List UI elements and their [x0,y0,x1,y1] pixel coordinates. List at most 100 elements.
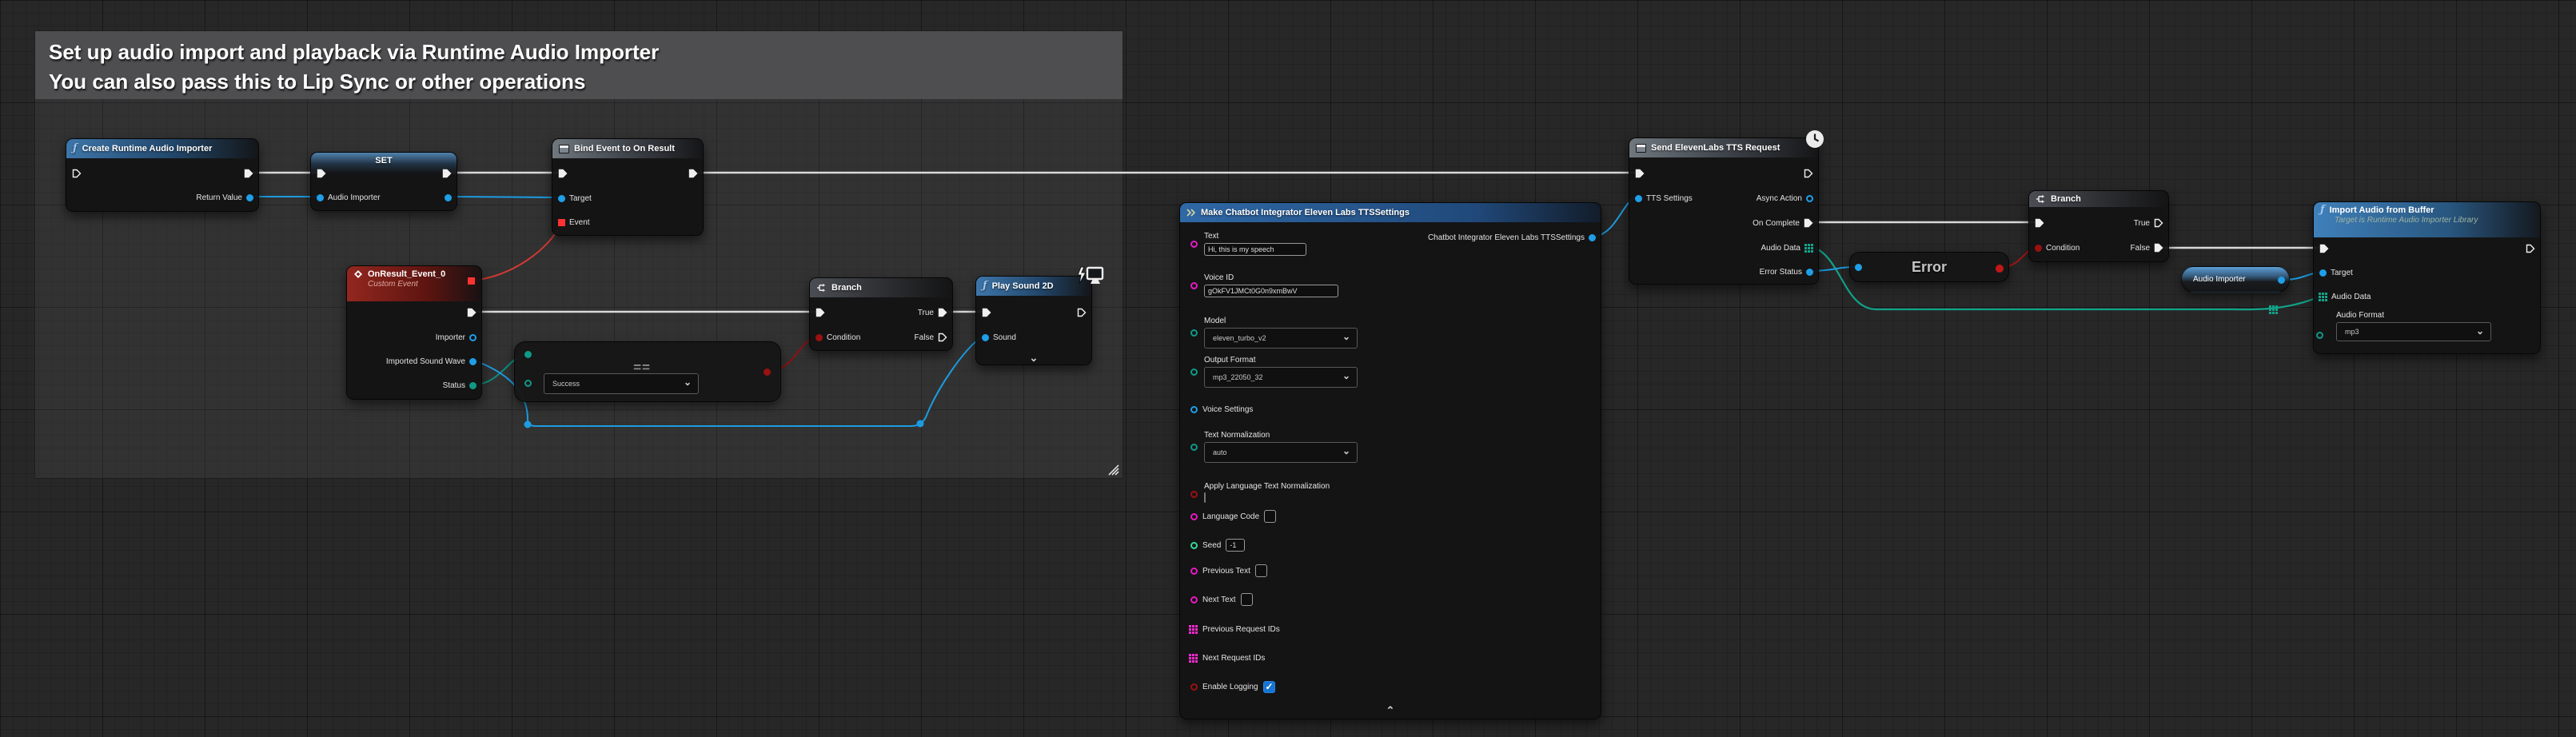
importer-pin[interactable] [469,334,477,341]
node-header[interactable]: Bind Event to On Result [552,139,703,158]
audiodata-reroute-knot[interactable] [2269,305,2278,314]
exec-in-pin[interactable] [317,169,326,178]
error-status-pin[interactable] [1806,269,1813,276]
exec-in-pin[interactable] [72,169,82,178]
enable-logging-checkbox[interactable] [1263,681,1275,693]
text-normalization-dropdown[interactable]: auto [1204,442,1358,463]
exec-out-pin[interactable] [2526,244,2535,253]
wire-knot-2[interactable] [917,420,924,428]
node-header[interactable]: ƒ Create Runtime Audio Importer [66,139,258,158]
target-pin[interactable] [558,195,565,202]
next-text-input[interactable] [1241,593,1253,606]
delegate-out-pin[interactable] [468,277,475,285]
output-format-pin[interactable] [1190,368,1198,376]
true-exec-pin[interactable] [2154,218,2163,228]
node-import-audio-from-buffer[interactable]: ƒ Import Audio from Buffer Target is Run… [2313,201,2541,354]
condition-pin[interactable] [2035,245,2042,252]
wire-delegate-event[interactable] [473,224,561,281]
previous-text-pin[interactable] [1190,568,1198,575]
error-input-pin[interactable] [1855,264,1862,271]
node-equal-enum[interactable]: == Success [514,341,781,402]
exec-in-pin[interactable] [815,308,825,317]
exec-out-pin[interactable] [442,169,452,178]
node-header[interactable]: OnResult_Event_0 Custom Event [347,266,481,301]
node-header[interactable]: Make Chatbot Integrator Eleven Labs TTSS… [1180,203,1601,222]
language-code-input[interactable] [1264,510,1276,523]
status-pin[interactable] [469,382,477,389]
next-request-ids-array-pin[interactable] [1189,654,1198,663]
enable-logging-pin[interactable] [1190,683,1198,691]
exec-in-pin[interactable] [1635,169,1645,178]
exec-in-pin[interactable] [558,169,568,178]
exec-out-pin[interactable] [1077,308,1087,317]
exec-in-pin[interactable] [2319,244,2329,253]
previous-request-ids-array-pin[interactable] [1189,625,1198,634]
target-pin[interactable] [2319,269,2327,277]
next-text-pin[interactable] [1190,596,1198,604]
equal-result-pin[interactable] [764,368,771,376]
node-send-elevenlabs-tts-request[interactable]: Send ElevenLabs TTS Request TTS Settings… [1629,137,1819,285]
on-complete-exec-pin[interactable] [1804,218,1813,228]
language-code-pin[interactable] [1190,513,1198,520]
node-create-runtime-audio-importer[interactable]: ƒ Create Runtime Audio Importer Return V… [66,138,259,212]
exec-in-pin[interactable] [2035,218,2044,228]
wire-knot-1[interactable] [524,421,532,428]
exec-out-pin[interactable] [467,308,477,317]
node-onresult-custom-event[interactable]: OnResult_Event_0 Custom Event Importer I… [346,265,482,400]
apply-language-text-normalization-pin[interactable] [1190,491,1198,498]
exec-out-pin[interactable] [244,169,253,178]
seed-pin[interactable] [1190,542,1198,549]
node-branch-2[interactable]: Branch True Condition False [2028,190,2169,262]
enum-value-dropdown[interactable]: Success [544,373,699,394]
collapse-caret[interactable] [1386,704,1395,717]
model-pin[interactable] [1190,329,1198,337]
audio-format-dropdown[interactable]: mp3 [2336,322,2491,341]
true-exec-pin[interactable] [938,308,947,317]
false-exec-pin[interactable] [938,333,947,342]
exec-in-pin[interactable] [982,308,991,317]
audio-data-array-pin[interactable] [2319,293,2327,301]
audio-importer-in-pin[interactable] [317,194,324,201]
node-header[interactable]: Branch [2029,191,2168,207]
async-action-pin[interactable] [1806,195,1813,202]
node-make-tts-settings[interactable]: Make Chatbot Integrator Eleven Labs TTSS… [1179,202,1601,719]
node-play-sound-2d[interactable]: ƒ Play Sound 2D Sound [975,276,1092,365]
false-exec-pin[interactable] [2154,243,2163,253]
node-branch-1[interactable]: Branch True Condition False [809,277,953,351]
voice-id-input[interactable]: gOkFV1JMCt0G0n9xmBwV [1204,285,1338,297]
audio-importer-out-pin[interactable] [445,194,452,201]
node-header[interactable]: Branch [810,278,952,297]
node-error-getter[interactable]: Error [1849,252,2009,282]
sound-pin[interactable] [982,334,989,341]
expand-advanced-caret[interactable] [1030,352,1039,365]
exec-out-pin[interactable] [1804,169,1813,178]
output-format-dropdown[interactable]: mp3_22050_32 [1204,367,1358,388]
return-value-pin[interactable] [246,194,253,201]
event-delegate-pin[interactable] [558,219,565,226]
tts-settings-pin[interactable] [1635,195,1642,202]
exec-out-pin[interactable] [688,169,698,178]
equal-input-a-pin[interactable] [524,351,532,358]
text-normalization-pin[interactable] [1190,444,1198,451]
blueprint-graph-canvas[interactable]: Set up audio import and playback via Run… [0,0,2576,737]
node-set-audio-importer[interactable]: SET Audio Importer [310,152,457,211]
node-header[interactable]: ƒ Import Audio from Buffer Target is Run… [2314,202,2540,237]
model-dropdown[interactable]: eleven_turbo_v2 [1204,328,1358,349]
previous-text-input[interactable] [1255,564,1267,577]
apply-language-checkbox[interactable] [1204,492,1206,503]
imported-sound-wave-pin[interactable] [469,358,477,365]
struct-output-pin[interactable] [1589,234,1596,241]
node-audio-importer-getter[interactable]: Audio Importer [2181,266,2290,293]
voice-settings-pin[interactable] [1190,406,1198,413]
audio-format-pin[interactable] [2316,332,2323,339]
audio-data-array-pin[interactable] [1804,244,1813,253]
seed-input[interactable]: -1 [1226,539,1245,552]
text-input[interactable]: Hi, this is my speech [1204,243,1306,256]
error-output-pin[interactable] [1996,265,2004,273]
voice-id-pin[interactable] [1190,282,1198,289]
condition-pin[interactable] [815,334,823,341]
node-header[interactable]: Send ElevenLabs TTS Request [1629,138,1818,157]
equal-input-b-pin[interactable] [524,380,532,387]
text-pin[interactable] [1190,241,1198,248]
getter-output-pin[interactable] [2278,277,2285,284]
